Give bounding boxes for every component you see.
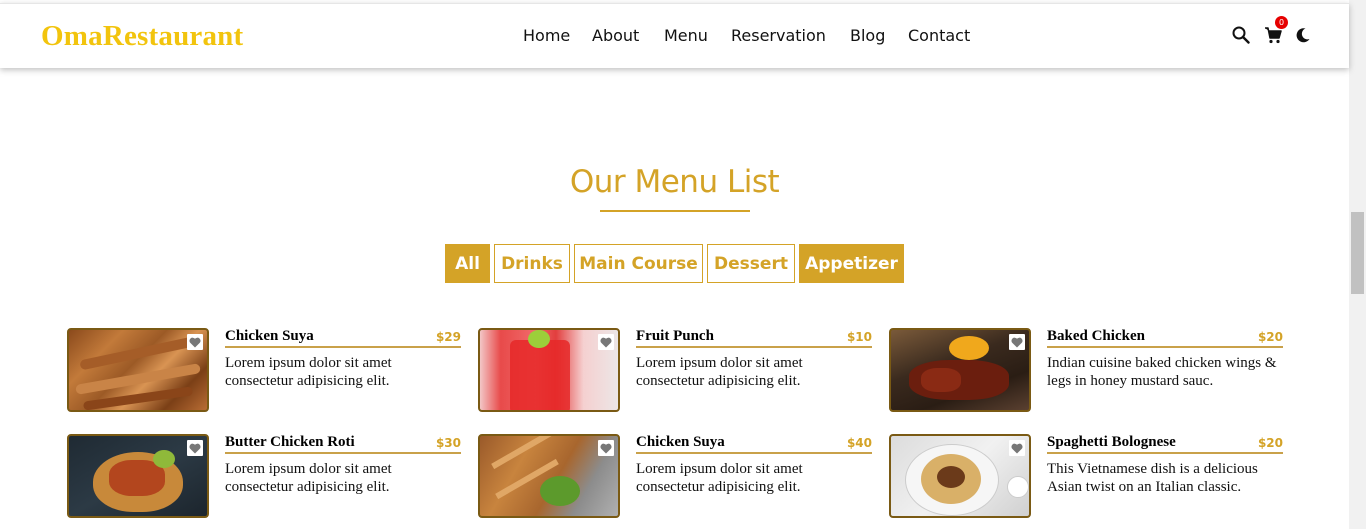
heart-icon[interactable]: [1009, 440, 1025, 456]
item-price: $20: [1257, 330, 1283, 344]
name-row: Spaghetti Bolognese $20: [1047, 434, 1283, 454]
header-icons: [1231, 24, 1311, 50]
menu-item[interactable]: Butter Chicken Roti $30 Lorem ipsum dolo…: [67, 434, 462, 518]
item-price: $30: [435, 436, 461, 450]
menu-item[interactable]: Chicken Suya $40 Lorem ipsum dolor sit a…: [478, 434, 873, 518]
filter-all[interactable]: All: [445, 244, 490, 283]
item-price: $20: [1257, 436, 1283, 450]
item-name: Baked Chicken: [1047, 328, 1145, 344]
item-name: Chicken Suya: [225, 328, 314, 344]
menu-item-info: Chicken Suya $40 Lorem ipsum dolor sit a…: [636, 434, 872, 496]
food-image: [67, 328, 209, 412]
name-row: Chicken Suya $29: [225, 328, 461, 348]
menu-item[interactable]: Baked Chicken $20 Indian cuisine baked c…: [889, 328, 1284, 412]
food-image: [889, 434, 1031, 518]
filter-appetizer[interactable]: Appetizer: [799, 244, 904, 283]
item-description: Lorem ipsum dolor sit amet consectetur a…: [636, 355, 803, 389]
name-row: Baked Chicken $20: [1047, 328, 1283, 348]
item-description: Lorem ipsum dolor sit amet consectetur a…: [225, 355, 392, 389]
item-price: $29: [435, 330, 461, 344]
nav-home[interactable]: Home: [523, 26, 570, 45]
menu-item[interactable]: Chicken Suya $29 Lorem ipsum dolor sit a…: [67, 328, 462, 412]
item-name: Spaghetti Bolognese: [1047, 434, 1176, 450]
food-image: [67, 434, 209, 518]
nav-reservation[interactable]: Reservation: [731, 26, 826, 45]
menu-item-info: Fruit Punch $10 Lorem ipsum dolor sit am…: [636, 328, 872, 390]
scrollbar-thumb[interactable]: [1351, 212, 1364, 294]
food-image: [478, 328, 620, 412]
item-description: This Vietnamese dish is a delicious Asia…: [1047, 461, 1258, 495]
item-name: Butter Chicken Roti: [225, 434, 355, 450]
moon-icon[interactable]: [1293, 24, 1313, 46]
section-title: Our Menu List: [569, 164, 780, 200]
item-description: Lorem ipsum dolor sit amet consectetur a…: [225, 461, 392, 495]
menu-item[interactable]: Spaghetti Bolognese $20 This Vietnamese …: [889, 434, 1284, 518]
heart-icon[interactable]: [598, 440, 614, 456]
heart-icon[interactable]: [598, 334, 614, 350]
filter-dessert[interactable]: Dessert: [707, 244, 795, 283]
site-header: OmaRestaurant Home About Menu Reservatio…: [0, 3, 1349, 68]
brand-logo[interactable]: OmaRestaurant: [41, 20, 243, 53]
name-row: Fruit Punch $10: [636, 328, 872, 348]
heart-icon[interactable]: [1009, 334, 1025, 350]
title-underline: [600, 210, 750, 212]
food-image: [889, 328, 1031, 412]
name-row: Chicken Suya $40: [636, 434, 872, 454]
search-icon[interactable]: [1231, 24, 1251, 46]
name-row: Butter Chicken Roti $30: [225, 434, 461, 454]
menu-item-info: Butter Chicken Roti $30 Lorem ipsum dolo…: [225, 434, 461, 496]
heart-icon[interactable]: [187, 440, 203, 456]
heart-icon[interactable]: [187, 334, 203, 350]
filter-drinks[interactable]: Drinks: [494, 244, 570, 283]
item-description: Indian cuisine baked chicken wings & leg…: [1047, 355, 1277, 389]
nav-blog[interactable]: Blog: [850, 26, 885, 45]
menu-item-info: Baked Chicken $20 Indian cuisine baked c…: [1047, 328, 1283, 390]
nav-contact[interactable]: Contact: [908, 26, 970, 45]
menu-item[interactable]: Fruit Punch $10 Lorem ipsum dolor sit am…: [478, 328, 873, 412]
item-name: Fruit Punch: [636, 328, 714, 344]
menu-item-info: Chicken Suya $29 Lorem ipsum dolor sit a…: [225, 328, 461, 390]
item-description: Lorem ipsum dolor sit amet consectetur a…: [636, 461, 803, 495]
menu-item-info: Spaghetti Bolognese $20 This Vietnamese …: [1047, 434, 1283, 496]
nav-about[interactable]: About: [592, 26, 639, 45]
item-name: Chicken Suya: [636, 434, 725, 450]
item-price: $40: [846, 436, 872, 450]
item-price: $10: [846, 330, 872, 344]
filter-main-course[interactable]: Main Course: [574, 244, 703, 283]
nav-menu[interactable]: Menu: [664, 26, 708, 45]
food-image: [478, 434, 620, 518]
cart-count-badge: 0: [1275, 16, 1288, 29]
